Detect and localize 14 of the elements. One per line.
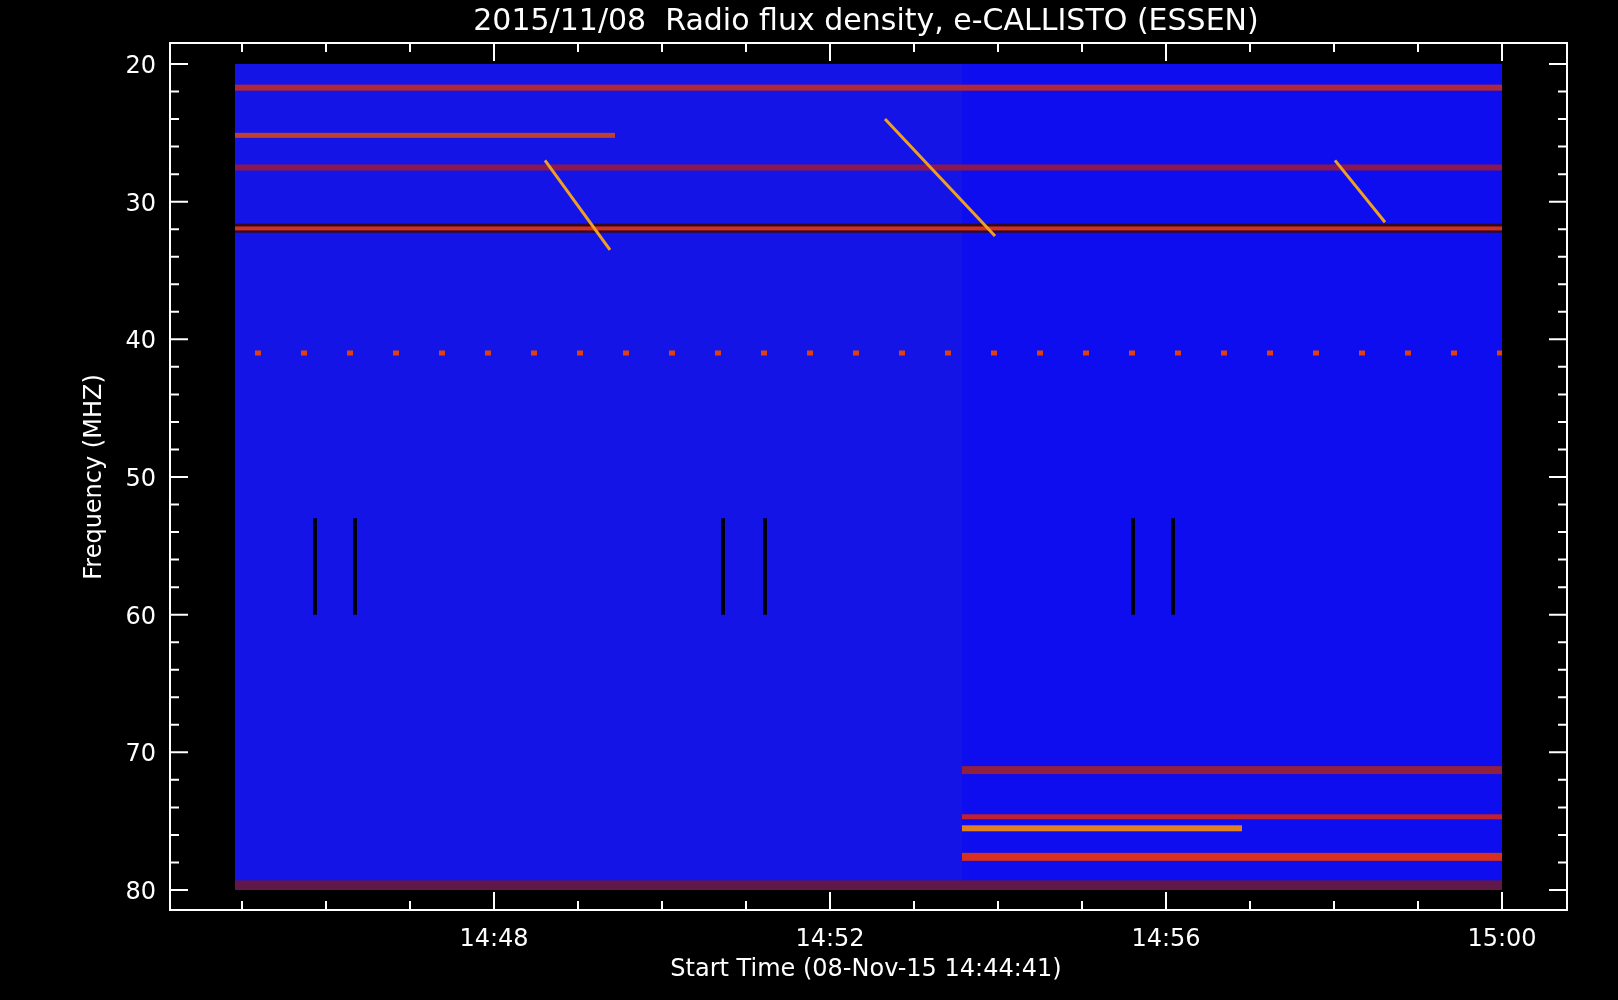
axis-tick-label: 15:00 xyxy=(1467,924,1537,952)
axis-title: Start Time (08-Nov-15 14:44:41) xyxy=(670,954,1062,982)
axis-tick-label: 80 xyxy=(125,877,156,905)
axis-title: Frequency (MHZ) xyxy=(79,374,107,580)
axis-tick-label: 20 xyxy=(125,51,156,79)
axis-tick-label: 14:48 xyxy=(459,924,529,952)
axis-tick-label: 30 xyxy=(125,188,156,217)
axis-tick-label: 50 xyxy=(125,464,156,492)
chart-title: 2015/11/08 Radio flux density, e-CALLISTO (ESSEN) xyxy=(473,2,1259,37)
axis-tick-label: 60 xyxy=(125,601,156,630)
axis-tick-label: 14:52 xyxy=(795,924,865,952)
axis-tick-label: 70 xyxy=(125,739,156,768)
axis-tick-label: 40 xyxy=(125,326,156,355)
axis-tick-label: 14:56 xyxy=(1131,924,1201,952)
